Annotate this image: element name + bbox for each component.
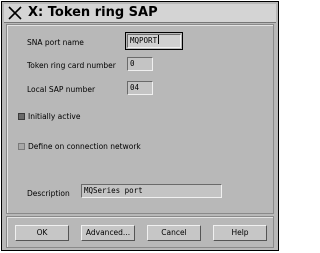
advanced-button[interactable]: Advanced...	[81, 225, 135, 241]
define-on-connection-network-label: Define on connection network	[28, 142, 141, 151]
token-ring-card-number-label: Token ring card number	[27, 61, 116, 70]
local-sap-number-label: Local SAP number	[27, 85, 96, 94]
title-bar[interactable]: X: Token ring SAP	[4, 4, 276, 23]
description-field[interactable]: MQSeries port	[81, 184, 222, 198]
help-button[interactable]: Help	[213, 225, 267, 241]
settings-panel: SNA port name MQPORT Token ring card num…	[6, 24, 274, 214]
description-label: Description	[27, 189, 70, 198]
sna-port-name-value: MQPORT	[130, 36, 158, 45]
token-ring-card-number-field[interactable]: 0	[127, 57, 153, 71]
cancel-button[interactable]: Cancel	[147, 225, 201, 241]
initially-active-checkbox[interactable]	[18, 113, 25, 120]
sna-port-name-label: SNA port name	[27, 38, 84, 47]
button-bar: OK Advanced... Cancel Help	[6, 216, 274, 248]
window-title: X: Token ring SAP	[28, 5, 158, 20]
define-on-connection-network-checkbox[interactable]	[18, 143, 25, 150]
local-sap-number-field[interactable]: 04	[127, 81, 153, 95]
initially-active-label: Initially active	[28, 112, 81, 121]
x-close-icon[interactable]	[7, 6, 23, 20]
text-caret	[158, 35, 160, 44]
sna-port-name-field[interactable]: MQPORT	[125, 32, 183, 50]
ok-button[interactable]: OK	[15, 225, 69, 241]
token-ring-sap-dialog: X: Token ring SAP SNA port name MQPORT T…	[1, 1, 279, 251]
